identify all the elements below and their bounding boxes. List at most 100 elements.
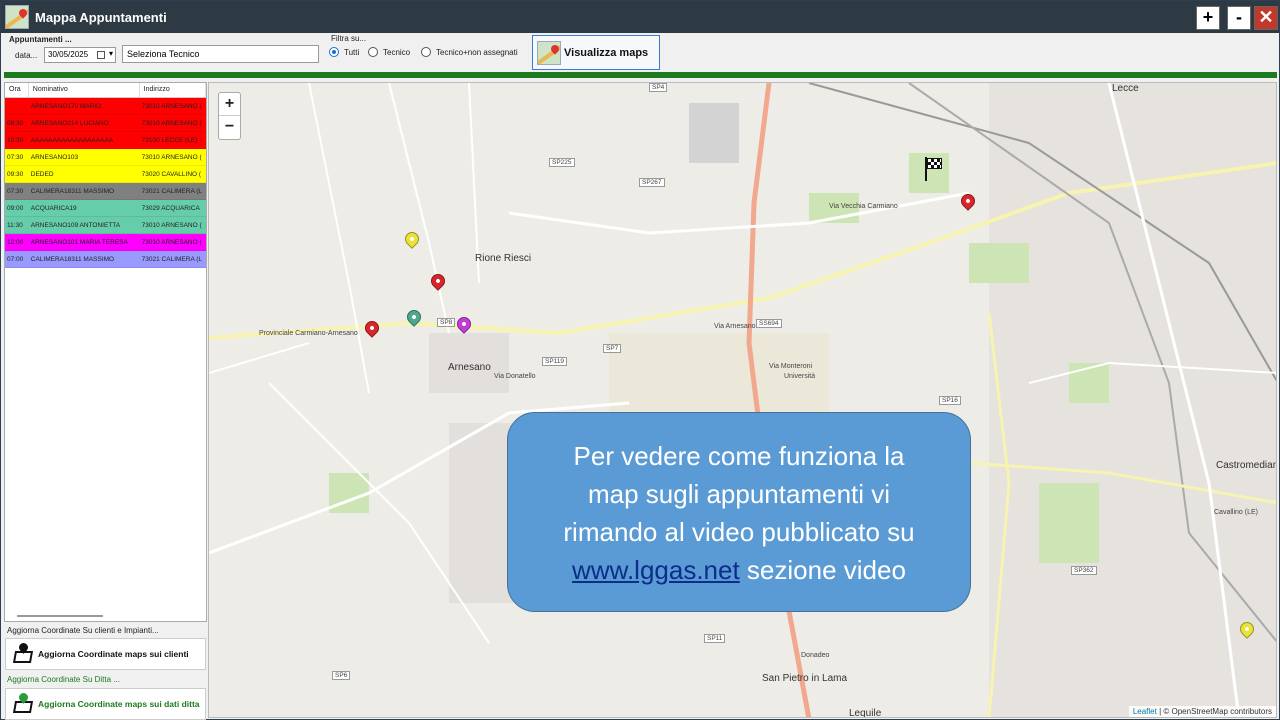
horizontal-scrollbar[interactable] xyxy=(17,615,103,617)
cell-name: CALIMERA18311 MASSIMO xyxy=(30,256,115,263)
close-button[interactable]: ✕ xyxy=(1254,6,1278,30)
cell-time: 07:00 xyxy=(7,256,24,263)
map-icon xyxy=(537,40,561,65)
table-row[interactable]: 09:00 ACQUARICA19 73029 ACQUARICA xyxy=(5,200,206,217)
map-label-donadeo: Donadeo xyxy=(801,652,830,659)
cell-address: 73010 ARNESANO ( xyxy=(141,239,202,246)
cell-address: 73029 ACQUARICA xyxy=(141,205,200,212)
calendar-icon xyxy=(97,51,105,59)
radio-tutti[interactable]: Tutti xyxy=(329,47,359,57)
map-pin-icon xyxy=(12,691,34,715)
road-badge-sp267: SP267 xyxy=(639,178,665,187)
road-badge-sp11: SP11 xyxy=(704,634,726,643)
radio-tecnico-non-assegnati[interactable]: Tecnico+non assegnati xyxy=(421,47,518,57)
cell-address: 73020 CAVALLINO ( xyxy=(141,171,202,178)
map-view[interactable]: + − Lecce Arnesano Rione Riesci Castrome… xyxy=(208,82,1277,718)
column-header-ora[interactable]: Ora xyxy=(5,83,29,97)
checkered-flag-icon[interactable] xyxy=(923,157,945,181)
date-picker[interactable]: 30/05/2025 ▾ xyxy=(44,47,116,63)
cell-time: 11:30 xyxy=(7,222,23,229)
map-label-castromediano: Castromediano xyxy=(1216,460,1276,471)
table-row[interactable]: 12:00 ARNESANO101 MARIA TERESA 73010 ARNES… xyxy=(5,234,206,251)
table-row[interactable]: 08:30 ARNESANO214 LUCIANO 73010 ARNESANO ( xyxy=(5,115,206,132)
visualizza-maps-button[interactable]: Visualizza maps xyxy=(532,35,660,70)
cell-name: AAAAAAAAAAAAAAAAAAA xyxy=(30,137,114,144)
date-value: 30/05/2025 xyxy=(48,50,89,59)
technician-select[interactable]: Seleziona Tecnico xyxy=(122,45,319,63)
road-badge-sp225: SP225 xyxy=(549,158,575,167)
leaflet-link[interactable]: Leaflet xyxy=(1133,707,1157,716)
update-clients-coordinates-button[interactable]: Aggiorna Coordinate maps sui clienti xyxy=(5,638,206,670)
table-row[interactable]: 07:30 ARNESANO103 73010 ARNESANO ( xyxy=(5,149,206,166)
map-attribution: Leaflet | © OpenStreetMap contributors xyxy=(1128,706,1276,717)
cell-name: ACQUARICA19 xyxy=(30,205,77,212)
table-row[interactable]: 09:30 DEDED 73020 CAVALLINO ( xyxy=(5,166,206,183)
chevron-down-icon: ▾ xyxy=(108,49,113,58)
appointments-grid[interactable]: Ora Nominativo Indirizzo ARNESANO170 MAR… xyxy=(4,82,207,622)
road-badge-sp6: SP6 xyxy=(332,671,351,680)
green-separator xyxy=(4,72,1277,78)
map-label-via-vecchia-carmiano: Via Vecchia Carmiano xyxy=(829,203,898,210)
table-row[interactable]: 07:00 CALIMERA18311 MASSIMO 73021 CALIMERA… xyxy=(5,251,206,268)
table-row[interactable]: 10:30 AAAAAAAAAAAAAAAAAAA 73100 LECCE (LE)… xyxy=(5,132,206,149)
column-header-indirizzo[interactable]: Indirizzo xyxy=(140,83,206,97)
zoom-control: + − xyxy=(218,92,241,140)
zoom-in-button[interactable]: + xyxy=(219,93,240,116)
maximize-button[interactable]: + xyxy=(1196,6,1220,30)
cell-time xyxy=(5,98,29,114)
map-label-rione-riesci: Rione Riesci xyxy=(475,253,532,264)
video-link[interactable]: www.lggas.net xyxy=(572,555,740,585)
cell-address: 73021 CALIMERA (L xyxy=(141,188,203,195)
map-pin-icon xyxy=(12,641,34,665)
date-label: data... xyxy=(15,51,38,60)
map-label-via-arnesano: Via Arnesano xyxy=(714,323,756,330)
road-badge-sp4: SP4 xyxy=(649,83,668,92)
radio-empty-icon xyxy=(368,47,378,57)
map-background xyxy=(209,83,1276,717)
zoom-out-button[interactable]: − xyxy=(219,116,240,139)
road-badge-sp8: SP8 xyxy=(437,318,456,327)
road-badge-sp16: SP16 xyxy=(939,396,961,405)
radio-empty-icon xyxy=(421,47,431,57)
cell-address: 73010 ARNESANO ( xyxy=(141,103,202,110)
update-company-coordinates-button[interactable]: Aggiorna Coordinate maps sui dati ditta xyxy=(5,688,206,720)
map-label-arnesano: Arnesano xyxy=(448,362,491,373)
cell-address: 73010 ARNESANO ( xyxy=(141,120,202,127)
cell-name: CALIMERA18311 MASSIMO xyxy=(30,188,115,195)
cell-time: 07:30 xyxy=(7,154,24,161)
cell-name: DEDED xyxy=(30,171,54,178)
cell-name: ARNESANO170 MARIO xyxy=(30,103,102,110)
filter-label: Filtra su... xyxy=(331,34,367,43)
cell-time: 09:00 xyxy=(7,205,24,212)
map-label-cavallino: Cavallino (LE) xyxy=(1214,509,1258,516)
column-header-nominativo[interactable]: Nominativo xyxy=(29,83,140,97)
map-label-san-pietro: San Pietro in Lama xyxy=(762,673,848,684)
title-bar: Mappa Appuntamenti + - ✕ xyxy=(1,1,1279,33)
clients-section-label: Aggiorna Coordinate Su clienti e Impiant… xyxy=(7,626,159,635)
grid-rows: ARNESANO170 MARIO 73010 ARNESANO (08:30 AR… xyxy=(5,98,206,268)
map-label-prov-carmiano: Provinciale Carmiano-Arnesano xyxy=(259,330,358,337)
table-row[interactable]: 07:30 CALIMERA18311 MASSIMO 73021 CALIMERA… xyxy=(5,183,206,200)
map-label-via-monteroni: Via Monteroni xyxy=(769,363,813,370)
map-label-lecce: Lecce xyxy=(1112,83,1139,94)
minimize-button[interactable]: - xyxy=(1227,6,1251,30)
app-window: Mappa Appuntamenti + - ✕ Appuntamenti ..… xyxy=(0,0,1280,720)
window-title: Mappa Appuntamenti xyxy=(35,9,167,25)
cell-name: ARNESANO103 xyxy=(30,154,79,161)
cell-address: 73010 ARNESANO ( xyxy=(141,222,202,229)
road-badge-sp7: SP7 xyxy=(603,344,622,353)
radio-tecnico[interactable]: Tecnico xyxy=(368,47,410,57)
info-callout: Per vedere come funziona la map sugli ap… xyxy=(507,412,971,612)
cell-address: 73100 LECCE (LE) - xyxy=(141,137,202,144)
grid-header: Ora Nominativo Indirizzo xyxy=(5,83,206,98)
table-row[interactable]: 11:30 ARNESANO109 ANTONIETTA 73010 ARNESAN… xyxy=(5,217,206,234)
company-section-label: Aggiorna Coordinate Su Ditta ... xyxy=(7,675,120,684)
map-label-universita: Università xyxy=(784,373,816,380)
cell-time: 10:30 xyxy=(7,137,24,144)
cell-name: ARNESANO214 LUCIANO xyxy=(30,120,109,127)
table-row[interactable]: ARNESANO170 MARIO 73010 ARNESANO ( xyxy=(5,98,206,115)
cell-name: ARNESANO101 MARIA TERESA xyxy=(30,239,128,246)
road-badge-ss694: SS694 xyxy=(756,319,782,328)
road-badge-sp119: SP119 xyxy=(542,357,568,366)
map-label-via-donatello: Via Donatello xyxy=(494,373,536,380)
